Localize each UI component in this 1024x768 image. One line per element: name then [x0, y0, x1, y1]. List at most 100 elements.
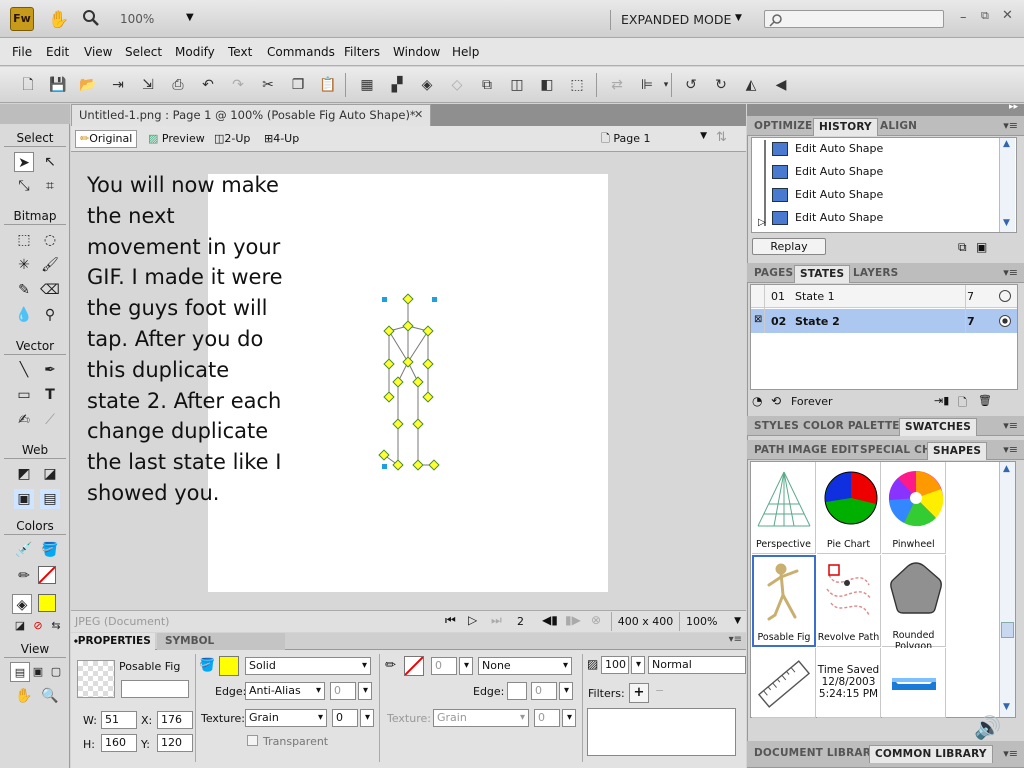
- shape-tab[interactable]: [882, 648, 946, 718]
- opacity-dropdown[interactable]: [631, 656, 645, 674]
- state-row[interactable]: 01 State 1 7: [751, 285, 1017, 308]
- freeform-tool-icon[interactable]: ✍: [14, 410, 34, 430]
- tab-original[interactable]: ✏Original: [75, 130, 138, 148]
- history-scrollbar[interactable]: ▲ ▼: [999, 138, 1015, 232]
- stroke-type-select[interactable]: None: [478, 657, 572, 675]
- onion-skinning-icon[interactable]: ◔: [752, 394, 762, 408]
- stroke-edge-box[interactable]: [507, 682, 527, 700]
- onion-skin-radio[interactable]: [999, 315, 1011, 327]
- rectangle-tool-icon[interactable]: ▭: [14, 385, 34, 405]
- show-slices-icon[interactable]: ▤: [40, 489, 60, 509]
- speaker-icon[interactable]: 🔊: [974, 716, 1001, 741]
- y-field[interactable]: 120: [157, 734, 193, 752]
- print-icon[interactable]: ⎙: [168, 75, 188, 95]
- fill-edge-dropdown[interactable]: [358, 682, 372, 700]
- tab-history[interactable]: HISTORY: [813, 118, 878, 136]
- first-frame-icon[interactable]: ⏮: [445, 613, 456, 628]
- join-icon[interactable]: ◈: [417, 75, 437, 95]
- rotate-cw-icon[interactable]: ↻: [711, 75, 731, 95]
- loop-icon[interactable]: ⟲: [771, 394, 781, 408]
- shape-timestamp[interactable]: Time Saved 12/8/2003 5:24:15 PM: [817, 648, 881, 718]
- tab-shapes[interactable]: SHAPES: [927, 442, 988, 460]
- paint-bucket-icon[interactable]: 🪣: [40, 540, 60, 560]
- no-color-icon[interactable]: ⊘: [28, 616, 48, 636]
- shape-pie-chart[interactable]: Pie Chart: [817, 462, 881, 554]
- stop-icon[interactable]: ⊗: [591, 613, 601, 627]
- fill-edge-field[interactable]: 0: [330, 682, 356, 700]
- menu-modify[interactable]: Modify: [175, 45, 215, 59]
- stroke-texture-select[interactable]: Grain: [433, 709, 529, 727]
- shapes-scrollbar[interactable]: ▲ ▼: [999, 462, 1015, 717]
- shape-rounded-polygon[interactable]: Rounded Polygon: [882, 555, 946, 652]
- magic-wand-icon[interactable]: ✳: [14, 255, 34, 275]
- send-backward-icon[interactable]: ◧: [537, 75, 557, 95]
- scroll-up-icon[interactable]: ▲: [1003, 139, 1010, 149]
- stroke-texture-field[interactable]: 0: [534, 709, 560, 727]
- shape-revolve-path[interactable]: Revolve Path: [817, 555, 881, 647]
- zoom-select[interactable]: 100% ▼: [679, 612, 745, 631]
- new-state-icon[interactable]: 🗋: [958, 394, 967, 413]
- search-input[interactable]: [764, 10, 944, 28]
- undo-icon[interactable]: ↶: [198, 75, 218, 95]
- ungroup-icon[interactable]: ▞: [387, 75, 407, 95]
- history-item[interactable]: Edit Auto Shape: [772, 184, 992, 206]
- menu-file[interactable]: File: [12, 45, 32, 59]
- tab-swatches[interactable]: SWATCHES: [899, 418, 977, 436]
- close-document-icon[interactable]: ✕: [414, 108, 423, 121]
- shape-pinwheel[interactable]: Pinwheel: [882, 462, 946, 554]
- pen-tool-icon[interactable]: ✒: [40, 360, 60, 380]
- copy-steps-icon[interactable]: ⧉: [958, 240, 967, 255]
- text-tool-icon[interactable]: T: [40, 385, 60, 405]
- tab-2-up[interactable]: ◫2-Up: [209, 130, 255, 148]
- stroke-edge-field[interactable]: 0: [531, 682, 557, 700]
- tab-preview[interactable]: ▨ Preview: [143, 130, 210, 148]
- zoom-level[interactable]: 100%: [120, 12, 154, 26]
- document-tab[interactable]: Untitled-1.png : Page 1 @ 100% (Posable …: [71, 104, 431, 126]
- tab-special-characters[interactable]: SPECIAL CH: [855, 442, 936, 460]
- tab-styles[interactable]: STYLES: [749, 418, 804, 436]
- collapse-panels-icon[interactable]: ▸▸: [1009, 102, 1018, 112]
- delete-state-icon[interactable]: 🗑: [978, 394, 992, 407]
- workspace-mode[interactable]: EXPANDED MODE: [621, 12, 731, 27]
- tab-align[interactable]: ALIGN: [875, 118, 922, 136]
- state-row-selected[interactable]: ⊠ 02 State 2 7: [751, 309, 1017, 333]
- restore-icon[interactable]: ⧉: [981, 9, 989, 23]
- menu-text[interactable]: Text: [228, 45, 252, 59]
- stroke-color-swatch[interactable]: [404, 656, 424, 676]
- stroke-size-dropdown[interactable]: [459, 657, 473, 675]
- panel-menu-icon[interactable]: ▾≡: [729, 634, 742, 645]
- scale-tool-icon[interactable]: ⤡: [14, 176, 34, 196]
- rotate-ccw-icon[interactable]: ↺: [681, 75, 701, 95]
- group-icon[interactable]: ▦: [357, 75, 377, 95]
- line-tool-icon[interactable]: ╲: [14, 360, 34, 380]
- history-pointer-icon[interactable]: ▷: [758, 212, 766, 234]
- scroll-down-icon[interactable]: ▼: [1003, 218, 1010, 228]
- distribute-to-states-icon[interactable]: ⇥▮: [934, 394, 949, 407]
- opacity-field[interactable]: 100: [601, 656, 629, 674]
- panel-menu-icon[interactable]: ▾≡: [1003, 747, 1018, 760]
- rubber-stamp-icon[interactable]: ⚲: [40, 305, 60, 325]
- height-field[interactable]: 160: [101, 734, 137, 752]
- stroke-size-field[interactable]: 0: [431, 657, 457, 675]
- bring-forward-icon[interactable]: ◫: [507, 75, 527, 95]
- history-item[interactable]: Edit Auto Shape: [772, 161, 992, 183]
- split-icon[interactable]: ◇: [447, 75, 467, 95]
- zoom-tool-icon[interactable]: 🔍: [40, 686, 60, 706]
- blend-mode-select[interactable]: Normal: [648, 656, 746, 674]
- standard-screen-mode-icon[interactable]: ▤: [10, 662, 30, 682]
- import-icon[interactable]: ⇥: [108, 75, 128, 95]
- panel-menu-icon[interactable]: ▾≡: [1003, 419, 1018, 432]
- blur-tool-icon[interactable]: 💧: [14, 305, 34, 325]
- remove-filter-icon[interactable]: −: [655, 684, 664, 697]
- slice-tool-icon[interactable]: ◪: [40, 464, 60, 484]
- mode-dropdown-icon[interactable]: ▼: [735, 13, 742, 23]
- tab-color-palette[interactable]: COLOR PALETTE: [798, 418, 905, 436]
- brush-tool-icon[interactable]: 🖌: [40, 255, 60, 275]
- fill-texture-select[interactable]: Grain: [245, 709, 327, 727]
- object-name-field[interactable]: [121, 680, 189, 698]
- fill-color-icon[interactable]: ◈: [12, 594, 32, 614]
- hotspot-tool-icon[interactable]: ◩: [14, 464, 34, 484]
- tab-common-library[interactable]: COMMON LIBRARY: [869, 745, 993, 763]
- tab-layers[interactable]: LAYERS: [848, 265, 903, 283]
- panel-menu-icon[interactable]: ▾≡: [1003, 443, 1018, 456]
